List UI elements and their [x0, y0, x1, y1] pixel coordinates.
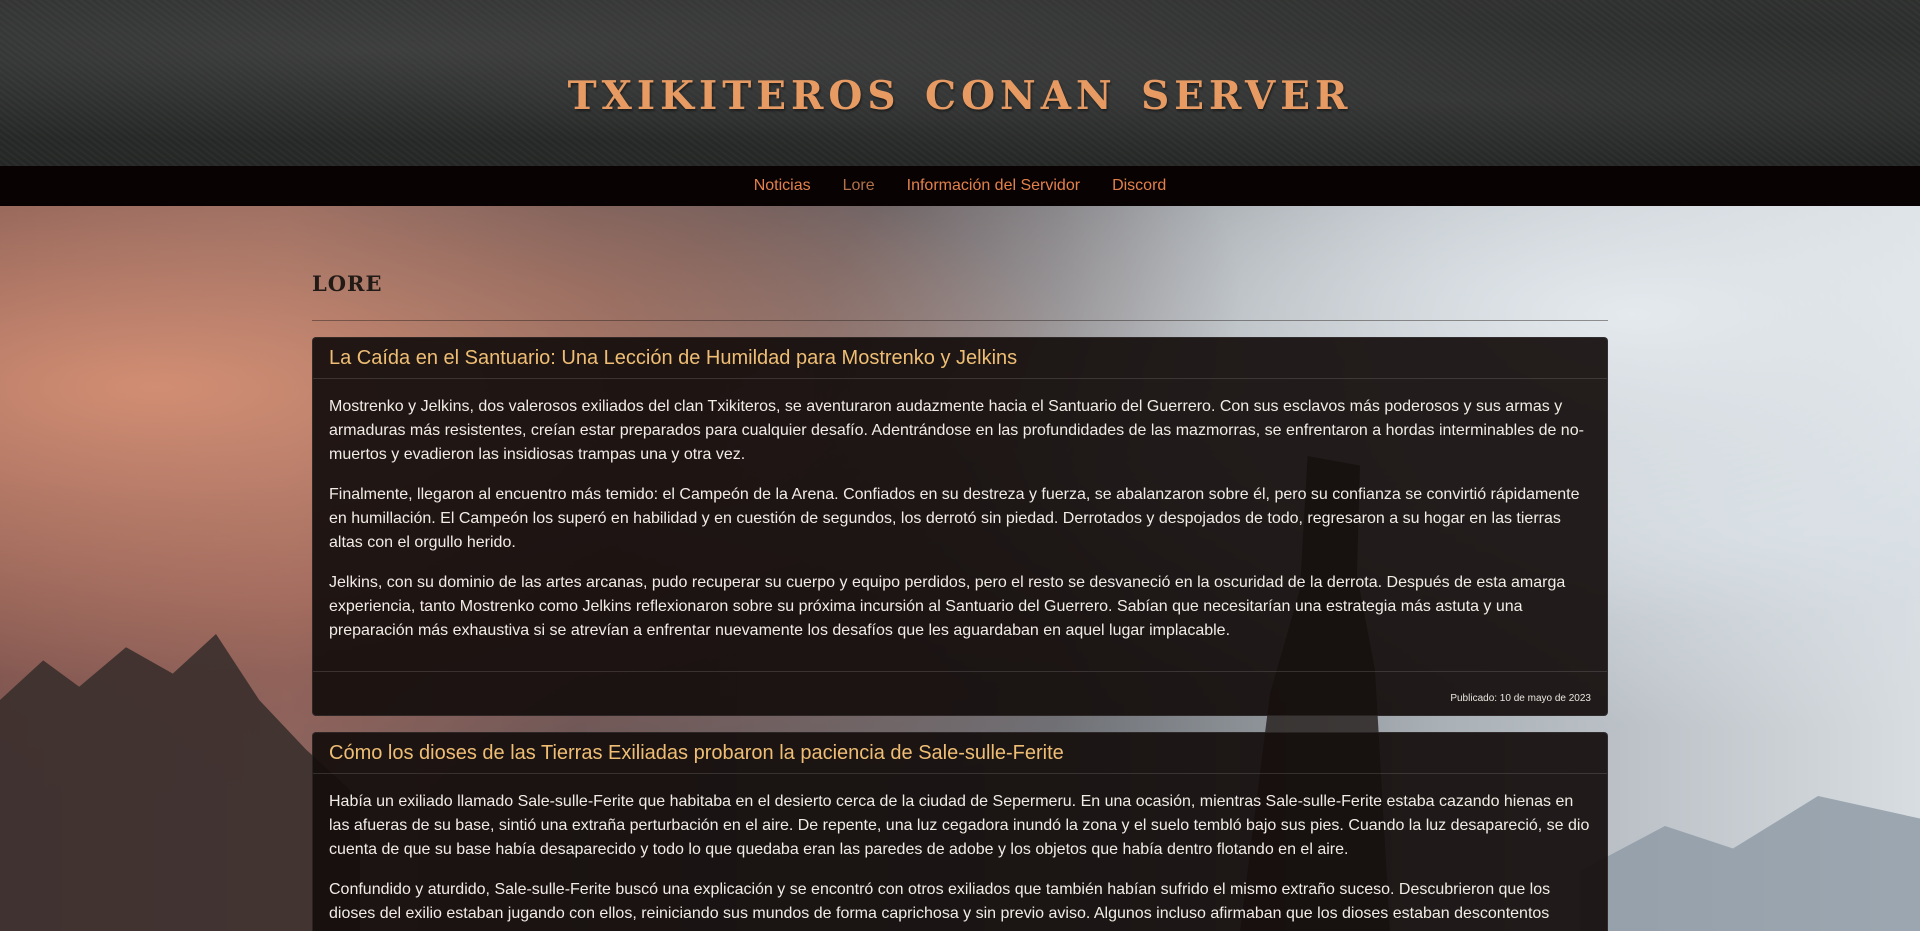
post-header: La Caída en el Santuario: Una Lección de…	[313, 338, 1607, 379]
nav-item-discord[interactable]: Discord	[1112, 177, 1166, 195]
post-footer: Publicado: 10 de mayo de 2023	[313, 671, 1607, 715]
post-card: La Caída en el Santuario: Una Lección de…	[312, 337, 1608, 716]
post-card: Cómo los dioses de las Tierras Exiliadas…	[312, 732, 1608, 931]
title-divider	[312, 320, 1608, 321]
post-paragraph: Jelkins, con su dominio de las artes arc…	[329, 574, 1566, 639]
post-paragraph: Mostrenko y Jelkins, dos valerosos exili…	[329, 398, 1584, 463]
post-header: Cómo los dioses de las Tierras Exiliadas…	[313, 733, 1607, 774]
post-title[interactable]: La Caída en el Santuario: Una Lección de…	[329, 346, 1591, 370]
mountain-silhouette-left	[0, 634, 360, 931]
nav-item-noticias[interactable]: Noticias	[754, 177, 811, 195]
nav-item-lore[interactable]: Lore	[843, 177, 875, 195]
main-nav: Noticias Lore Información del Servidor D…	[0, 166, 1920, 206]
page-title: Lore	[312, 264, 383, 299]
post-paragraph: Había un exiliado llamado Sale-sulle-Fer…	[329, 793, 1590, 858]
nav-item-informacion-servidor[interactable]: Información del Servidor	[907, 177, 1080, 195]
post-paragraph: Confundido y aturdido, Sale-sulle-Ferite…	[329, 881, 1551, 922]
post-title[interactable]: Cómo los dioses de las Tierras Exiliadas…	[329, 741, 1591, 765]
post-paragraph: Finalmente, llegaron al encuentro más te…	[329, 486, 1580, 551]
post-body: Había un exiliado llamado Sale-sulle-Fer…	[313, 774, 1607, 931]
post-body: Mostrenko y Jelkins, dos valerosos exili…	[313, 379, 1607, 671]
site-header: Txikiteros Conan Server	[0, 0, 1920, 166]
mountain-silhouette-right	[1580, 796, 1920, 931]
site-title[interactable]: Txikiteros Conan Server	[0, 52, 1920, 128]
main-content: Lore La Caída en el Santuario: Una Lecci…	[312, 206, 1608, 931]
post-date: Publicado: 10 de mayo de 2023	[1450, 693, 1591, 704]
